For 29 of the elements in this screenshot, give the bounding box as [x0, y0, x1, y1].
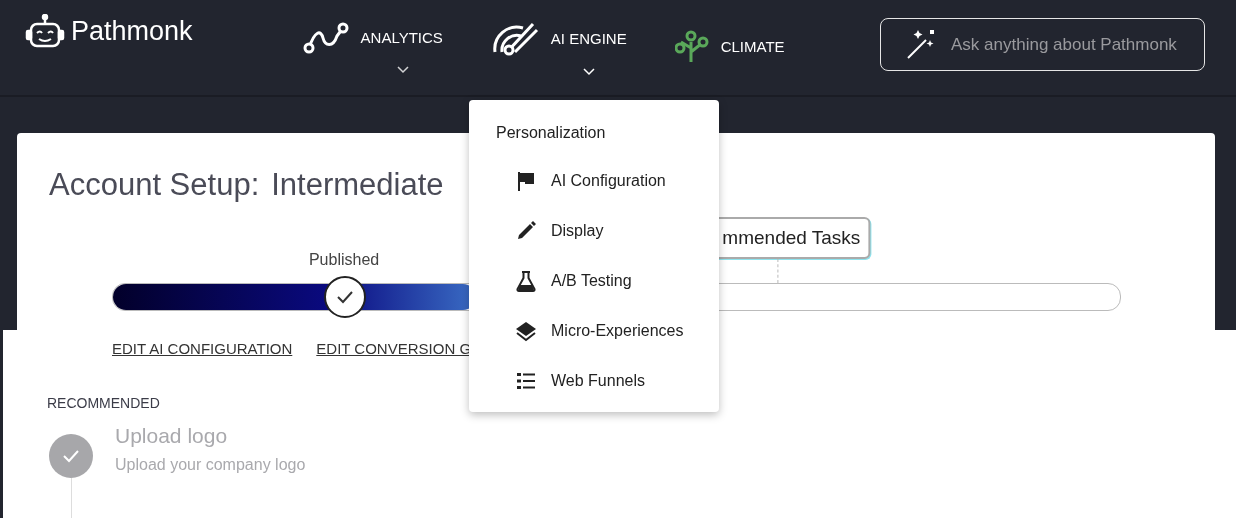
menu-item[interactable]: Web Funnels: [515, 356, 719, 406]
check-icon: [62, 449, 80, 463]
list-icon: [515, 370, 537, 392]
setup-level: Intermediate: [271, 167, 444, 203]
layers-icon: [515, 320, 537, 342]
check-icon: [335, 290, 354, 304]
menu-item[interactable]: Micro-Experiences: [515, 306, 719, 356]
flag-icon: [515, 170, 537, 192]
gauge-icon: [490, 20, 541, 56]
menu-item[interactable]: AI Configuration: [515, 156, 719, 206]
sprout-icon: [674, 28, 711, 64]
chevron-icon: [396, 66, 409, 74]
menu-heading: Personalization: [496, 124, 607, 142]
nav-tab[interactable]: AI ENGINE: [490, 0, 627, 76]
setup-title: Account Setup:: [49, 167, 260, 203]
flask-icon: [515, 270, 537, 292]
robot-logo-icon: [25, 14, 65, 48]
section-heading: RECOMMENDED: [47, 395, 161, 411]
pencil-icon: [515, 220, 537, 242]
chevron-icon: [582, 68, 595, 76]
task-description: Upload your company logo: [115, 456, 306, 474]
menu-item[interactable]: A/B Testing: [515, 256, 719, 306]
milestone-label: Published: [308, 251, 380, 269]
edit-link[interactable]: EDIT AI CONFIGURATION: [112, 340, 293, 357]
path-icon: [302, 20, 351, 54]
ask-field[interactable]: Ask anything about Pathmonk: [880, 18, 1205, 71]
nav-tab[interactable]: CLIMATE: [674, 0, 785, 76]
nav-tab[interactable]: ANALYTICS: [302, 0, 443, 76]
brand-name: Pathmonk: [71, 15, 193, 47]
